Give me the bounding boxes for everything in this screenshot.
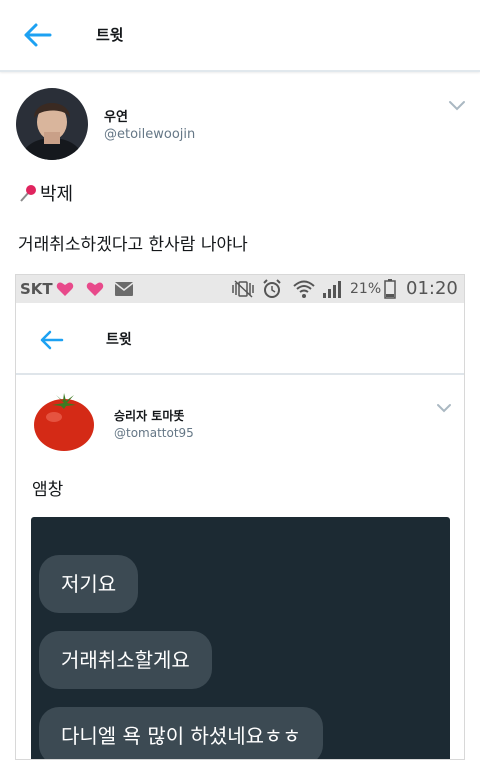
battery-icon — [384, 279, 396, 299]
wifi-icon — [293, 280, 315, 298]
attached-screenshot[interactable]: SKT 21% 01:20 트윗 승리자 토마똣 @tomattot95 앰창 … — [15, 274, 465, 760]
pushpin-icon — [20, 185, 36, 202]
embedded-user-handle: @tomattot95 — [114, 426, 194, 440]
chat-bubble: 저기요 — [39, 555, 139, 613]
back-arrow-icon[interactable] — [22, 22, 52, 48]
chat-bubble: 거래취소할게요 — [39, 631, 212, 689]
mail-icon — [115, 282, 133, 296]
alarm-icon — [263, 279, 281, 298]
avatar[interactable] — [16, 88, 88, 160]
clock: 01:20 — [406, 278, 458, 299]
carrier-label: SKT — [20, 280, 53, 298]
tweet-text-1: 박제 — [40, 184, 74, 205]
tweet-text-2: 거래취소하겠다고 한사람 나야나 — [18, 235, 248, 255]
status-bar: SKT 21% 01:20 — [16, 275, 464, 303]
embedded-app-header: 트윗 — [16, 303, 464, 375]
embedded-user-name: 승리자 토마똣 — [114, 409, 185, 423]
user-name[interactable]: 우연 — [104, 106, 128, 125]
user-handle[interactable]: @etoilewoojin — [104, 127, 195, 142]
embedded-tweet-text: 앰창 — [32, 480, 64, 500]
back-arrow-icon — [40, 330, 64, 350]
chat-bubble: 다니엘 욕 많이 하셨네요ㅎㅎ — [39, 707, 323, 759]
heart-icon — [56, 282, 74, 296]
vibrate-mute-icon — [232, 280, 254, 298]
embedded-page-title: 트윗 — [106, 332, 132, 348]
chat-screenshot: 저기요 거래취소할게요 다니엘 욕 많이 하셨네요ㅎㅎ — [31, 517, 450, 759]
heart-icon — [86, 282, 104, 296]
tweet-text-line: 박제 — [18, 180, 73, 206]
app-header: 트윗 — [0, 0, 480, 72]
chevron-down-icon[interactable] — [448, 100, 466, 112]
battery-percent: 21% — [350, 281, 382, 297]
tomato-avatar — [34, 393, 94, 451]
chevron-down-icon — [437, 404, 451, 413]
signal-icon — [323, 281, 341, 298]
page-title: 트윗 — [96, 26, 124, 44]
